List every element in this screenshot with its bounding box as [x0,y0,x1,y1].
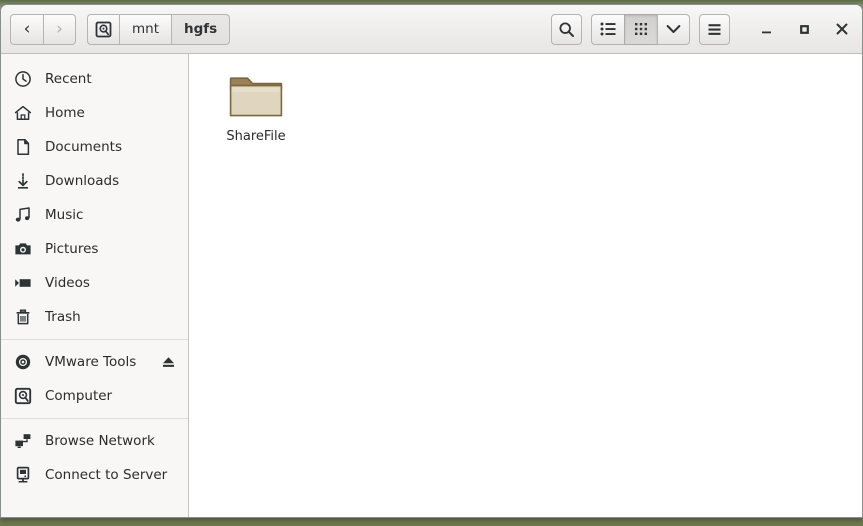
download-icon [13,171,33,191]
server-icon [13,465,33,485]
camera-icon [13,239,33,259]
maximize-button[interactable] [793,18,815,40]
file-view[interactable]: ShareFile [189,54,862,517]
search-button[interactable] [551,13,582,45]
eject-icon[interactable] [160,354,176,370]
view-options-button[interactable] [657,13,690,45]
chevron-down-icon [666,24,681,34]
breadcrumb-item-computer[interactable] [87,13,119,45]
forward-button[interactable]: › [43,13,76,45]
clock-icon [13,69,33,89]
sidebar-separator [1,339,188,340]
computer-drive-icon [95,21,112,38]
window-body: Recent Home Documents Downloads Music Pi… [1,54,862,517]
breadcrumb-label: mnt [132,21,159,37]
file-item-label: ShareFile [226,129,286,144]
sidebar-item-browse-network[interactable]: Browse Network [1,424,188,458]
list-view-button[interactable] [591,13,624,45]
view-switcher [591,13,690,45]
sidebar-item-label: Music [45,207,84,223]
sidebar-item-music[interactable]: Music [1,198,188,232]
hamburger-menu-icon [707,23,722,36]
sidebar-separator [1,418,188,419]
chevron-left-icon: ‹ [23,18,31,39]
header-bar: ‹ › mnt hgfs [1,5,862,54]
main-menu-button[interactable] [699,13,730,45]
sidebar-item-label: Home [45,105,85,121]
back-button[interactable]: ‹ [10,13,43,45]
video-icon [13,273,33,293]
sidebar-item-videos[interactable]: Videos [1,266,188,300]
sidebar-item-trash[interactable]: Trash [1,300,188,334]
grid-view-icon [634,22,648,36]
header-tools [551,13,853,45]
close-icon [835,22,849,36]
desktop-background: ‹ › mnt hgfs Recent Home Documents Downl… [0,0,863,526]
document-icon [13,137,33,157]
places-sidebar: Recent Home Documents Downloads Music Pi… [1,54,189,517]
minimize-icon [760,23,773,36]
sidebar-item-downloads[interactable]: Downloads [1,164,188,198]
sidebar-item-label: Videos [45,275,90,291]
minimize-button[interactable] [755,18,777,40]
breadcrumb-item-hgfs[interactable]: hgfs [171,13,231,45]
window-controls [755,18,853,40]
sidebar-item-label: Documents [45,139,122,155]
sidebar-item-label: Trash [45,309,81,325]
maximize-icon [798,23,811,36]
close-button[interactable] [831,18,853,40]
icon-grid: ShareFile [189,68,862,153]
search-icon [558,21,575,38]
sidebar-item-connect-to-server[interactable]: Connect to Server [1,458,188,492]
breadcrumb-item-mnt[interactable]: mnt [119,13,171,45]
sidebar-item-label: Computer [45,388,113,404]
grid-view-button[interactable] [624,13,657,45]
file-manager-window: ‹ › mnt hgfs Recent Home Documents Downl… [0,4,863,518]
sidebar-item-pictures[interactable]: Pictures [1,232,188,266]
breadcrumb-label: hgfs [184,21,218,37]
sidebar-item-label: VMware Tools [45,354,137,370]
network-icon [13,431,33,451]
sidebar-item-documents[interactable]: Documents [1,130,188,164]
home-icon [13,103,33,123]
sidebar-item-label: Pictures [45,241,99,257]
file-item-sharefile[interactable]: ShareFile [205,68,307,153]
list-view-icon [600,22,616,36]
trash-icon [13,307,33,327]
sidebar-item-home[interactable]: Home [1,96,188,130]
sidebar-item-label: Browse Network [45,433,155,449]
folder-icon [227,74,285,120]
breadcrumb: mnt hgfs [87,13,231,45]
navigation-buttons: ‹ › [10,13,76,45]
sidebar-item-computer[interactable]: Computer [1,379,188,413]
sidebar-item-recent[interactable]: Recent [1,62,188,96]
sidebar-item-label: Downloads [45,173,120,189]
computer-drive-icon [13,386,33,406]
sidebar-item-label: Recent [45,71,92,87]
music-icon [13,205,33,225]
sidebar-item-label: Connect to Server [45,467,168,483]
chevron-right-icon: › [56,18,63,39]
sidebar-item-vmware-tools[interactable]: VMware Tools [1,345,188,379]
disc-icon [13,352,33,372]
